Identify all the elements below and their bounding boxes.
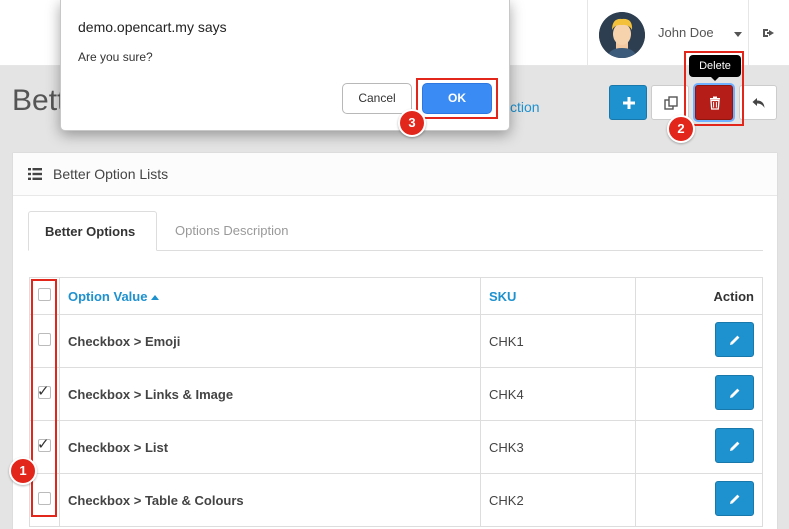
- sku-cell: CHK3: [480, 420, 636, 474]
- action-cell: [635, 473, 763, 527]
- tab-options-description[interactable]: Options Description: [159, 211, 304, 251]
- ok-button-highlight: [416, 78, 498, 119]
- sort-asc-icon: [151, 294, 160, 300]
- tab-better-options[interactable]: Better Options: [28, 211, 157, 251]
- sku-cell: CHK4: [480, 367, 636, 421]
- edit-button[interactable]: [715, 322, 754, 357]
- option-list-panel: Better Option Lists Better Options Optio…: [12, 152, 778, 529]
- step-3-badge: 3: [398, 109, 426, 137]
- add-button[interactable]: [609, 85, 647, 120]
- cancel-button[interactable]: Cancel: [342, 83, 412, 114]
- action-cell: [635, 367, 763, 421]
- column-action: Action: [635, 277, 763, 315]
- column-option-value-label[interactable]: Option Value: [68, 289, 147, 304]
- column-sku[interactable]: SKU: [480, 277, 636, 315]
- option-value-cell: Checkbox > Links & Image: [59, 367, 481, 421]
- option-value-cell: Checkbox > List: [59, 420, 481, 474]
- panel-title: Better Option Lists: [53, 166, 169, 182]
- logout-icon[interactable]: [762, 26, 776, 40]
- step-1-badge: 1: [9, 457, 37, 485]
- pencil-icon: [730, 335, 740, 345]
- action-cell: [635, 314, 763, 368]
- edit-button[interactable]: [715, 481, 754, 516]
- action-cell: [635, 420, 763, 474]
- options-table: Option Value SKU Action Checkbox > Emoji…: [29, 277, 763, 527]
- edit-button[interactable]: [715, 375, 754, 410]
- option-value-cell: Checkbox > Table & Colours: [59, 473, 481, 527]
- pencil-icon: [730, 441, 740, 451]
- list-icon: [28, 168, 42, 180]
- table-row: Checkbox > Table & Colours CHK2: [29, 473, 763, 527]
- table-row: ✓ Checkbox > Links & Image CHK4: [29, 367, 763, 421]
- table-row: Checkbox > Emoji CHK1: [29, 314, 763, 368]
- breadcrumb-link[interactable]: ction: [510, 99, 540, 115]
- checkbox-column-highlight: [31, 279, 57, 517]
- dialog-message: Are you sure?: [78, 50, 153, 64]
- column-option-value[interactable]: Option Value: [59, 277, 481, 315]
- back-button[interactable]: [739, 85, 777, 120]
- delete-button-highlight: [684, 51, 744, 126]
- pencil-icon: [730, 388, 740, 398]
- edit-button[interactable]: [715, 428, 754, 463]
- option-value-cell: Checkbox > Emoji: [59, 314, 481, 368]
- user-name[interactable]: John Doe: [658, 25, 714, 40]
- copy-icon: [664, 96, 678, 110]
- avatar: [599, 12, 645, 58]
- pencil-icon: [730, 494, 740, 504]
- dialog-title: demo.opencart.my says: [78, 19, 227, 35]
- table-row: ✓ Checkbox > List CHK3: [29, 420, 763, 474]
- chevron-down-icon[interactable]: [734, 32, 742, 37]
- avatar-image: [599, 12, 645, 58]
- reply-icon: [752, 98, 765, 108]
- plus-icon: [623, 97, 635, 109]
- step-2-badge: 2: [667, 115, 695, 143]
- sku-cell: CHK1: [480, 314, 636, 368]
- panel-heading: Better Option Lists: [13, 153, 777, 196]
- table-header-row: Option Value SKU Action: [29, 277, 763, 315]
- sku-cell: CHK2: [480, 473, 636, 527]
